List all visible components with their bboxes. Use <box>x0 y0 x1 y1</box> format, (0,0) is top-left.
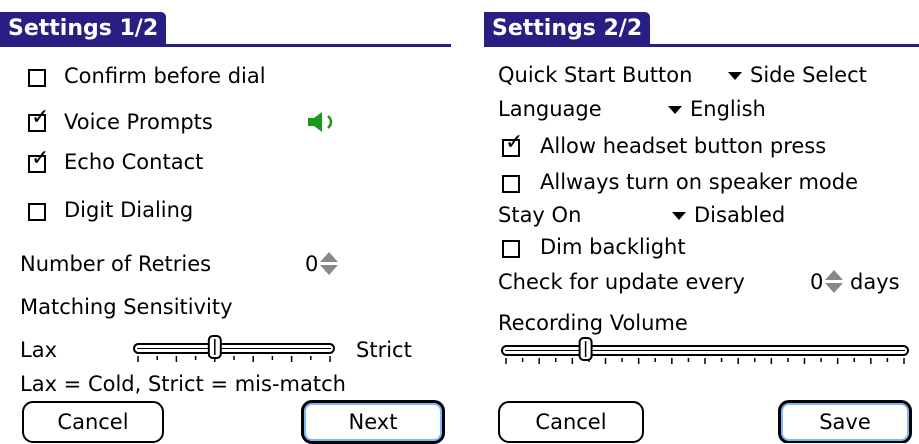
dropdown-arrow-icon <box>668 106 682 114</box>
stay-on-value: Disabled <box>694 203 786 227</box>
dim-backlight-label: Dim backlight <box>540 235 686 259</box>
page-title: Settings 1/2 <box>0 12 167 46</box>
allow-headset-checkbox[interactable]: ✓ <box>502 132 523 157</box>
speaker-icon[interactable] <box>306 111 340 133</box>
increment-arrow-icon[interactable] <box>320 252 338 262</box>
stay-on-label: Stay On <box>498 203 582 227</box>
checkmark-icon: ✓ <box>31 146 50 171</box>
speaker-mode-label: Allways turn on speaker mode <box>540 170 859 194</box>
lax-label: Lax <box>20 338 57 362</box>
settings-panel-2: Settings 2/2 Quick Start Button Side Sel… <box>484 0 919 443</box>
retries-value: 0 <box>305 252 319 276</box>
update-label: Check for update every <box>498 270 745 294</box>
settings-panel-1: Settings 1/2 Confirm before dial ✓ Voice… <box>0 0 451 444</box>
voice-prompts-checkbox[interactable]: ✓ <box>28 107 49 132</box>
language-select[interactable]: English <box>668 95 766 123</box>
checkmark-icon: ✓ <box>505 130 524 155</box>
echo-contact-checkbox[interactable]: ✓ <box>28 148 49 173</box>
retries-label: Number of Retries <box>20 252 212 276</box>
dropdown-arrow-icon <box>672 212 686 220</box>
title-bar: Settings 2/2 <box>484 12 919 47</box>
sensitivity-legend: Lax = Cold, Strict = mis-match <box>20 372 346 396</box>
digit-dialing-label: Digit Dialing <box>64 198 194 222</box>
cancel-button[interactable]: Cancel <box>498 401 644 443</box>
sensitivity-slider[interactable] <box>130 334 338 366</box>
retries-stepper[interactable] <box>320 252 338 276</box>
speaker-mode-checkbox[interactable] <box>502 175 520 193</box>
recording-volume-slider[interactable] <box>498 336 912 370</box>
title-rule <box>0 44 451 47</box>
allow-headset-label: Allow headset button press <box>540 134 827 158</box>
update-value: 0 <box>810 270 824 294</box>
cancel-button[interactable]: Cancel <box>22 401 164 443</box>
page-title: Settings 2/2 <box>484 12 651 46</box>
digit-dialing-checkbox[interactable] <box>28 203 46 221</box>
update-stepper[interactable] <box>825 270 843 294</box>
next-button[interactable]: Next <box>301 400 445 444</box>
decrement-arrow-icon[interactable] <box>825 283 843 293</box>
quick-start-value: Side Select <box>750 63 867 87</box>
title-rule <box>484 44 919 47</box>
decrement-arrow-icon[interactable] <box>320 265 338 275</box>
strict-label: Strict <box>356 338 412 362</box>
stay-on-select[interactable]: Disabled <box>672 201 785 229</box>
confirm-before-dial-label: Confirm before dial <box>64 64 266 88</box>
language-value: English <box>690 97 766 121</box>
voice-prompts-label: Voice Prompts <box>64 110 213 134</box>
quick-start-label: Quick Start Button <box>498 63 693 87</box>
checkmark-icon: ✓ <box>31 105 50 130</box>
recording-volume-label: Recording Volume <box>498 311 688 335</box>
update-unit: days <box>850 270 900 294</box>
increment-arrow-icon[interactable] <box>825 270 843 280</box>
echo-contact-label: Echo Contact <box>64 150 204 174</box>
dropdown-arrow-icon <box>728 72 742 80</box>
quick-start-select[interactable]: Side Select <box>728 61 867 89</box>
save-button[interactable]: Save <box>778 400 912 443</box>
dim-backlight-checkbox[interactable] <box>502 240 520 258</box>
confirm-before-dial-checkbox[interactable] <box>28 69 46 87</box>
title-bar: Settings 1/2 <box>0 12 451 47</box>
sensitivity-label: Matching Sensitivity <box>20 295 233 319</box>
language-label: Language <box>498 97 602 121</box>
